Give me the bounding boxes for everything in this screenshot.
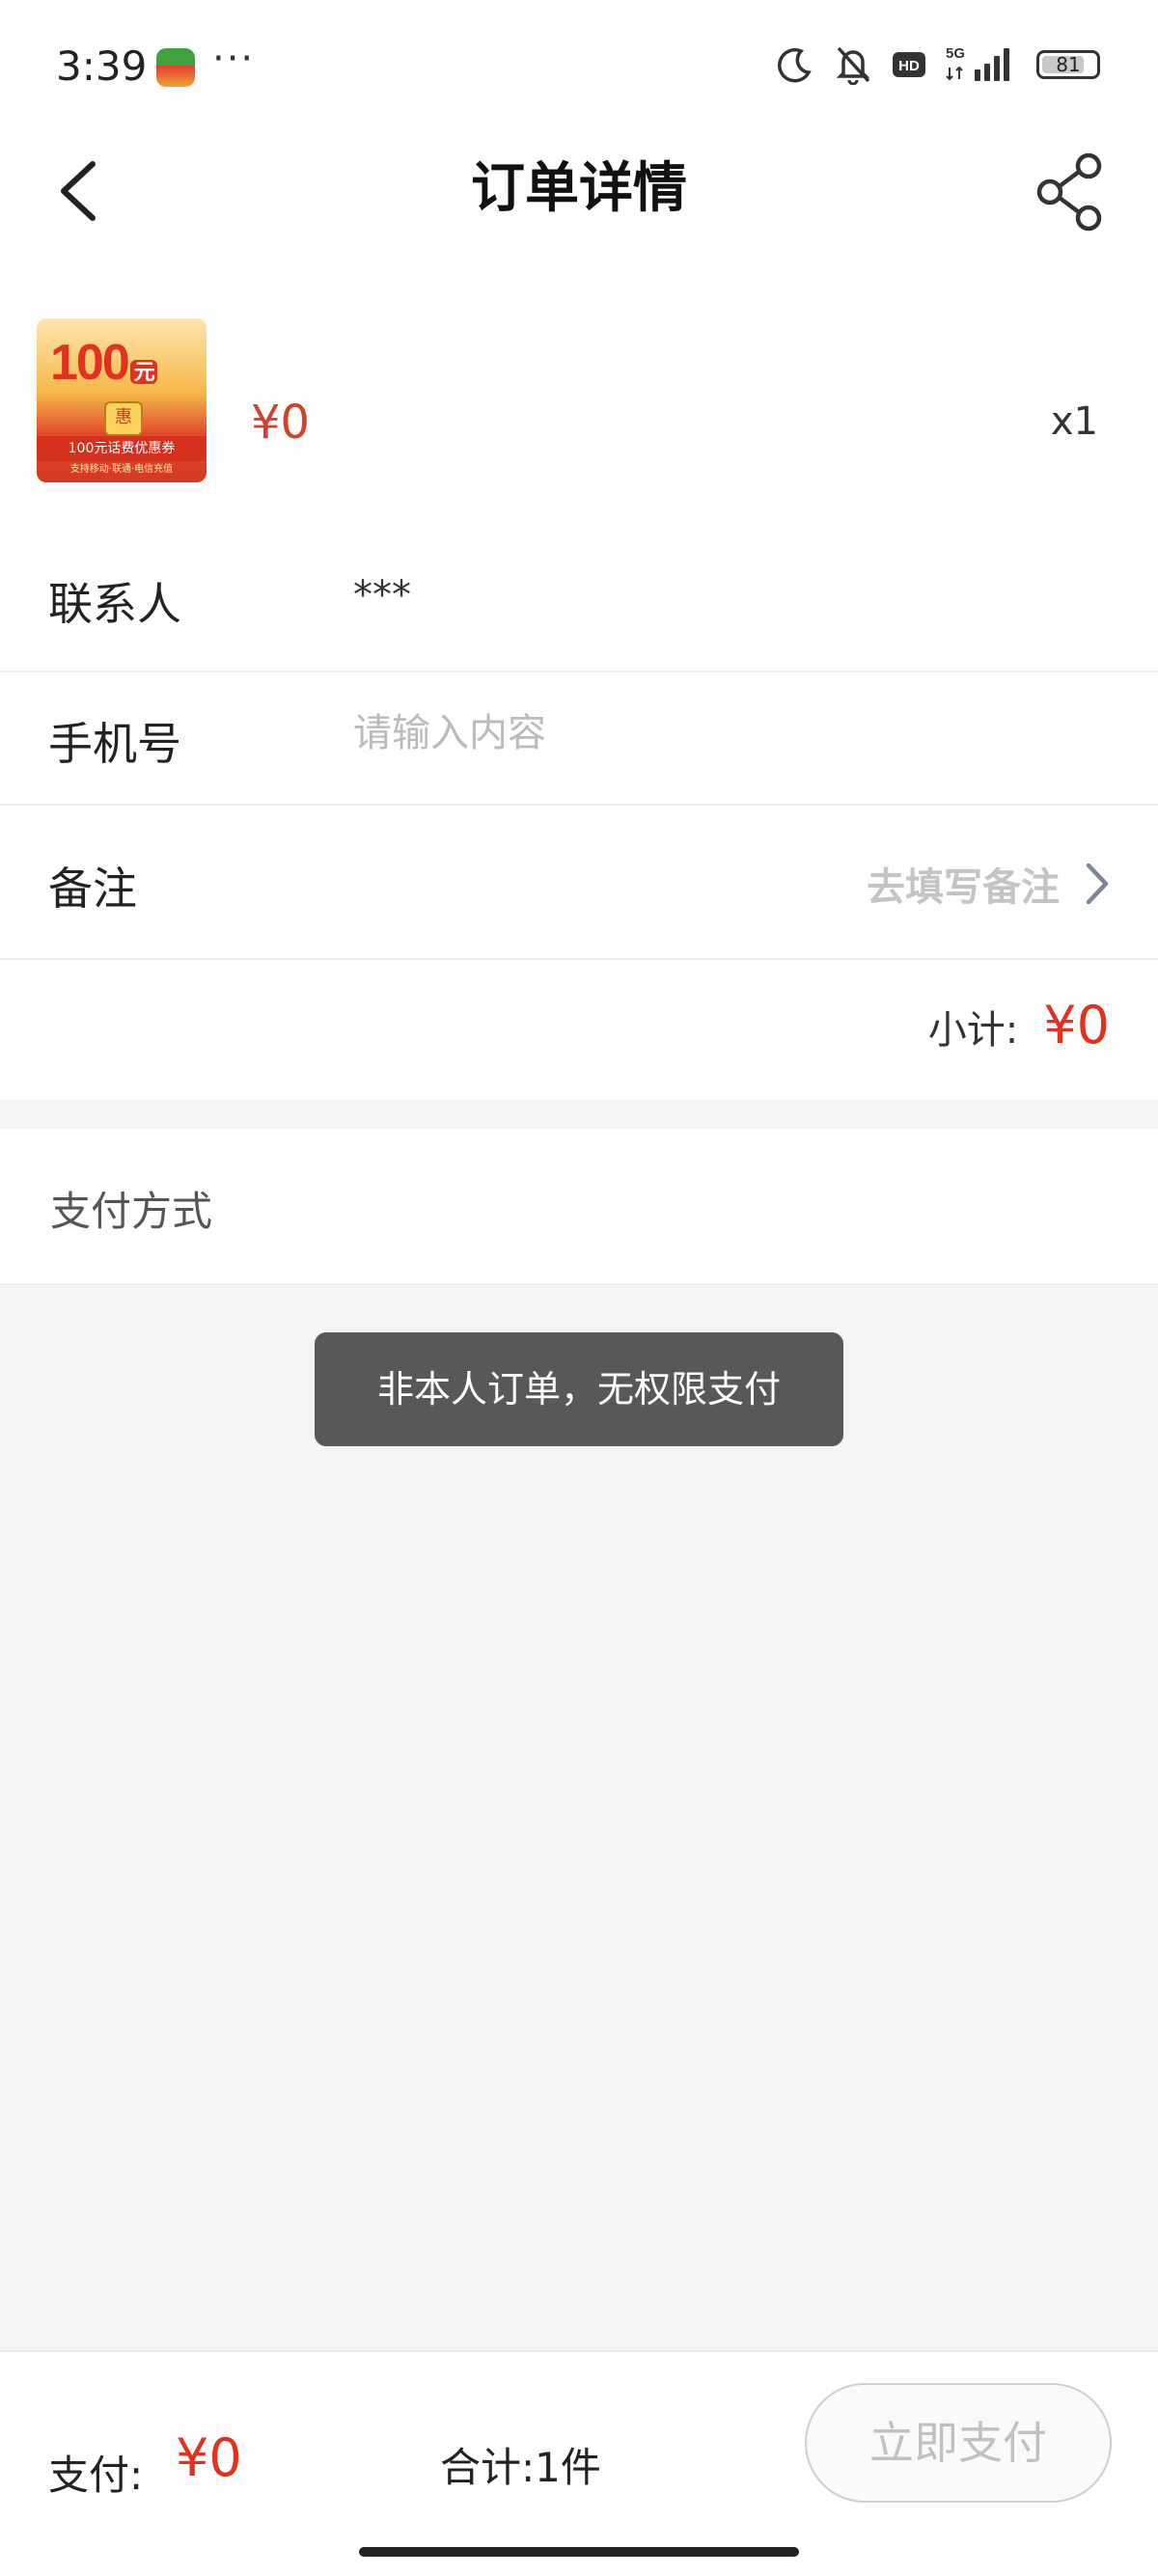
app-notification-icon <box>156 48 195 87</box>
remark-row[interactable]: 备注 去填写备注 <box>0 806 1158 958</box>
order-detail-page: 3:39 ··· HD 5G 81 订单详情 100 元 惠 100元话费优惠券… <box>0 0 1158 2576</box>
contact-label: 联系人 <box>48 578 181 630</box>
status-icons: HD 5G 81 <box>776 44 1100 85</box>
subtotal-value: ¥0 <box>1043 995 1110 1055</box>
battery-icon: 81 <box>1036 50 1100 79</box>
pay-label: 支付: <box>48 2452 144 2499</box>
product-quantity: x1 <box>1050 399 1098 444</box>
status-time: 3:39 <box>56 42 148 90</box>
contact-value: *** <box>353 573 411 617</box>
coupon-amount-unit: 元 <box>129 360 157 384</box>
remark-link-text: 去填写备注 <box>867 865 1060 910</box>
remark-label: 备注 <box>48 863 137 915</box>
coupon-band: 100元话费优惠券 <box>37 436 207 461</box>
product-price: ¥0 <box>251 396 311 450</box>
coupon-amount-number: 100 <box>50 335 130 391</box>
chevron-right-icon <box>1086 863 1109 905</box>
more-notifications-icon: ··· <box>212 37 256 81</box>
svg-text:HD: HD <box>898 58 920 74</box>
phone-label: 手机号 <box>48 718 181 770</box>
signal-icon: 5G <box>946 45 1009 81</box>
nav-bar: 订单详情 <box>0 135 1158 289</box>
payment-method-section: 支付方式 <box>0 1129 1158 1283</box>
toast-message: 非本人订单，无权限支付 <box>315 1332 843 1446</box>
coupon-seal: 惠 <box>104 401 143 436</box>
battery-level: 81 <box>1056 53 1081 76</box>
coupon-seal-text: 惠 <box>115 407 132 427</box>
contact-row: 联系人 *** <box>0 521 1158 671</box>
pay-now-button[interactable]: 立即支付 <box>805 2383 1112 2503</box>
phone-row: 手机号 <box>0 672 1158 804</box>
page-title: 订单详情 <box>471 157 687 220</box>
product-item: 100 元 惠 100元话费优惠券 支持移动·联通·电信充值 ¥0 x1 <box>0 289 1158 521</box>
payment-method-label: 支付方式 <box>50 1188 213 1235</box>
subtotal-row: 小计: ¥0 <box>0 960 1158 1100</box>
bottom-bar: 支付: ¥0 合计:1件 立即支付 <box>0 2350 1158 2576</box>
coupon-band-small: 支持移动·联通·电信充值 <box>69 464 174 475</box>
svg-text:5G: 5G <box>946 45 965 62</box>
subtotal: 小计: ¥0 <box>928 995 1110 1055</box>
phone-input[interactable] <box>353 711 1029 755</box>
divider <box>0 1283 1158 1285</box>
hd-icon: HD <box>893 52 925 77</box>
pay-amount: ¥0 <box>176 2427 242 2488</box>
coupon-amount: 100 元 <box>50 334 157 392</box>
subtotal-label: 小计: <box>927 1008 1019 1053</box>
moon-icon <box>778 47 812 83</box>
mute-bell-icon <box>836 46 870 85</box>
coupon-image: 100 元 惠 100元话费优惠券 支持移动·联通·电信充值 <box>37 318 207 482</box>
home-indicator[interactable] <box>359 2547 799 2557</box>
total-count: 合计:1件 <box>440 2444 601 2491</box>
share-icon[interactable] <box>1033 149 1110 235</box>
status-bar: 3:39 ··· HD 5G 81 <box>0 0 1158 135</box>
remark-link[interactable]: 去填写备注 <box>867 856 1110 912</box>
